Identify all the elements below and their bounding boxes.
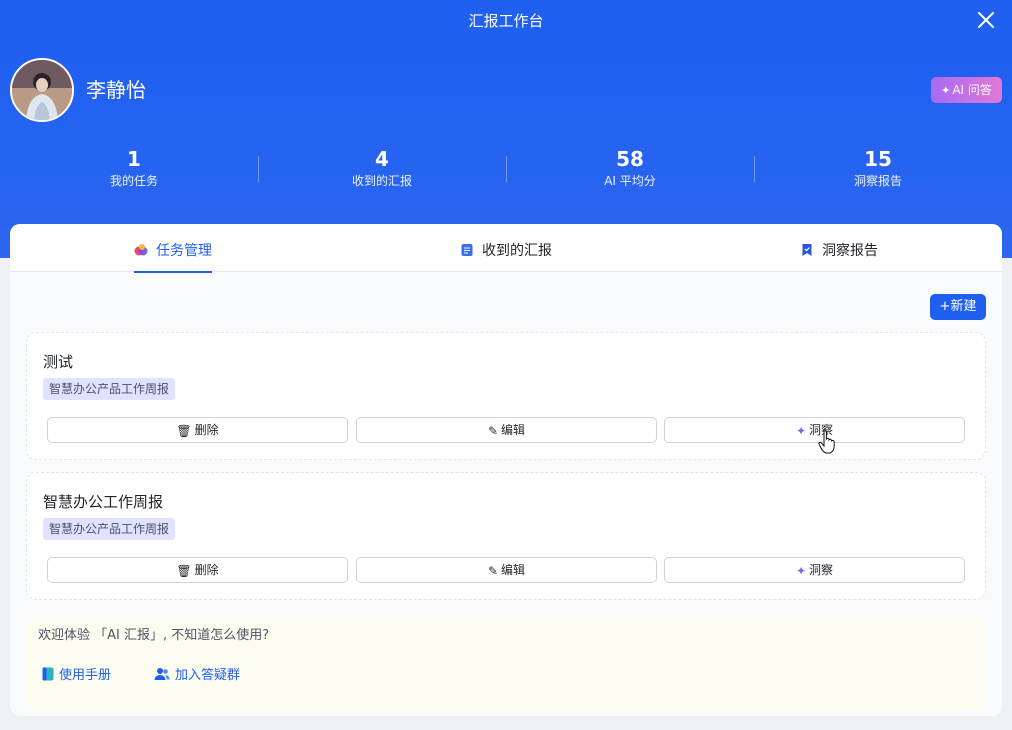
insight-label: 洞察 [809, 563, 834, 577]
doc-icon [461, 244, 473, 256]
new-task-button[interactable]: +新建 [930, 294, 986, 320]
trash-icon: 🗑 [176, 564, 192, 578]
sparkle-icon: ✦ [795, 424, 807, 438]
tab-bar: 任务管理 收到的汇报 洞察报告 [10, 224, 1002, 273]
sparkle-icon: ✦ [795, 564, 807, 578]
stat-label: 洞察报告 [853, 174, 902, 188]
close-icon[interactable] [974, 8, 998, 32]
stat-my-tasks[interactable]: 1 我的任务 [10, 146, 258, 194]
task-title: 测试 [43, 353, 74, 371]
edit-button[interactable]: ✎ 编辑 [356, 417, 657, 443]
insight-button[interactable]: ✦ 洞察 [664, 417, 965, 443]
tab-task-management[interactable]: 任务管理 [134, 224, 212, 273]
stat-ai-average[interactable]: 58 AI 平均分 [506, 146, 754, 194]
ai-qa-label: AI 问答 [952, 83, 992, 97]
stat-value: 4 [375, 147, 389, 171]
bookmark-icon [802, 244, 812, 256]
tab-received-reports[interactable]: 收到的汇报 [460, 224, 552, 272]
close-button[interactable] [974, 8, 998, 32]
task-tag: 智慧办公产品工作周报 [43, 378, 176, 400]
user-name: 李静怡 [86, 78, 146, 102]
task-tag: 智慧办公产品工作周报 [43, 518, 176, 540]
plus-icon: + [939, 299, 951, 314]
trash-icon: 🗑 [176, 424, 192, 438]
stat-insight-reports[interactable]: 15 洞察报告 [754, 146, 1002, 194]
stat-value: 15 [864, 147, 892, 171]
main-card: 任务管理 收到的汇报 洞察报告 +新建 测试 智慧办公产品工作周报 🗑 删除 ✎ 编… [10, 224, 1002, 716]
ai-qa-button[interactable]: ✦ AI 问答 [931, 77, 1002, 103]
delete-label: 删除 [194, 563, 219, 577]
tab-label: 任务管理 [156, 243, 212, 259]
new-button-label: 新建 [950, 299, 977, 314]
join-group-link[interactable]: 加入答疑群 [154, 666, 240, 686]
tab-label: 洞察报告 [822, 243, 878, 259]
group-label: 加入答疑群 [175, 668, 241, 683]
edit-button[interactable]: ✎ 编辑 [356, 557, 657, 583]
delete-button[interactable]: 🗑 删除 [47, 417, 348, 443]
edit-label: 编辑 [501, 423, 526, 437]
task-card: 智慧办公工作周报 智慧办公产品工作周报 🗑 删除 ✎ 编辑 ✦ 洞察 [26, 472, 986, 600]
delete-label: 删除 [194, 423, 219, 437]
edit-label: 编辑 [501, 563, 526, 577]
avatar[interactable] [10, 58, 74, 122]
welcome-panel: 欢迎体验 「AI 汇报」, 不知道怎么使用? 使用手册 加入答疑群 [26, 616, 986, 710]
pencil-icon: ✎ [487, 564, 499, 578]
task-card: 测试 智慧办公产品工作周报 🗑 删除 ✎ 编辑 ✦ 洞察 [26, 332, 986, 460]
window-title: 汇报工作台 [468, 12, 544, 30]
tab-insight-reports[interactable]: 洞察报告 [800, 224, 878, 272]
hand-cursor-icon [818, 430, 835, 454]
task-title: 智慧办公工作周报 [43, 493, 164, 511]
pencil-icon: ✎ [487, 424, 499, 438]
stats-bar: 1 我的任务 4 收到的汇报 58 AI 平均分 15 洞察报告 [10, 146, 1002, 194]
header-banner: 汇报工作台 李静怡 ✦ AI 问答 1 我的任务 4 收到的汇报 58 AI 平均 [0, 0, 1012, 258]
manual-label: 使用手册 [59, 668, 112, 683]
manual-icon [42, 667, 54, 681]
stat-label: AI 平均分 [604, 174, 656, 188]
manual-link[interactable]: 使用手册 [42, 666, 111, 686]
welcome-text: 欢迎体验 「AI 汇报」, 不知道怎么使用? [38, 628, 270, 643]
delete-button[interactable]: 🗑 删除 [47, 557, 348, 583]
stat-received-reports[interactable]: 4 收到的汇报 [258, 146, 506, 194]
stat-label: 我的任务 [109, 174, 158, 188]
active-tab-indicator [134, 271, 212, 273]
users-icon [154, 668, 170, 680]
stat-value: 1 [127, 147, 141, 171]
stat-value: 58 [616, 147, 644, 171]
task-icon [134, 244, 148, 256]
tab-label: 收到的汇报 [482, 243, 552, 259]
insight-button[interactable]: ✦ 洞察 [664, 557, 965, 583]
stat-label: 收到的汇报 [351, 174, 412, 188]
sparkle-icon: ✦ [941, 84, 951, 97]
